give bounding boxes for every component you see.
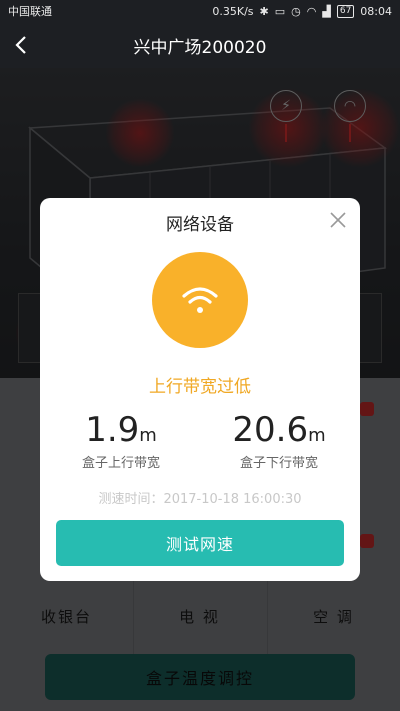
wifi-icon [182,287,218,313]
dialog-title: 网络设备 [166,215,234,235]
upload-label: 盒子上行带宽 [81,456,160,471]
upload-value: 1.9 [85,410,140,450]
page-title: 兴中广场200020 [133,37,267,58]
signal-icon: ▟ [322,4,331,18]
speed-test-button[interactable]: 测试网速 [56,520,344,566]
wifi-status-icon: ◠ [306,4,317,18]
download-metric: 20.6m 盒子下行带宽 [204,410,354,471]
battery-icon: 67 [336,4,355,18]
test-timestamp: 测速时间：2017-10-18 16:00:30 [98,492,302,507]
upload-metric: 1.9m 盒子上行带宽 [46,410,196,471]
download-value: 20.6 [232,410,309,450]
network-speed: 0.35K/s [212,4,254,18]
nav-bar: 兴中广场200020 [0,22,400,68]
back-arrow-icon[interactable] [14,34,30,56]
vibrate-icon: ▭ [274,4,286,18]
clock: 08:04 [360,4,392,18]
bluetooth-icon: ✱ [259,4,269,18]
alarm-icon: ◷ [291,4,301,18]
carrier-label: 中国联通 [8,5,52,18]
download-label: 盒子下行带宽 [239,456,318,471]
upload-unit: m [139,425,157,446]
download-unit: m [308,425,326,446]
wifi-status-circle [152,252,248,348]
status-right: 0.35K/s ✱ ▭ ◷ ◠ ▟ 67 08:04 [212,4,392,18]
status-bar: 中国联通 0.35K/s ✱ ▭ ◷ ◠ ▟ 67 08:04 [0,0,400,22]
bandwidth-warning: 上行带宽过低 [149,377,251,397]
network-device-dialog: 网络设备 上行带宽过低 1.9m 盒子上行带宽 20.6m 盒子下行带宽 测速时… [40,198,360,581]
close-icon[interactable] [328,210,348,230]
